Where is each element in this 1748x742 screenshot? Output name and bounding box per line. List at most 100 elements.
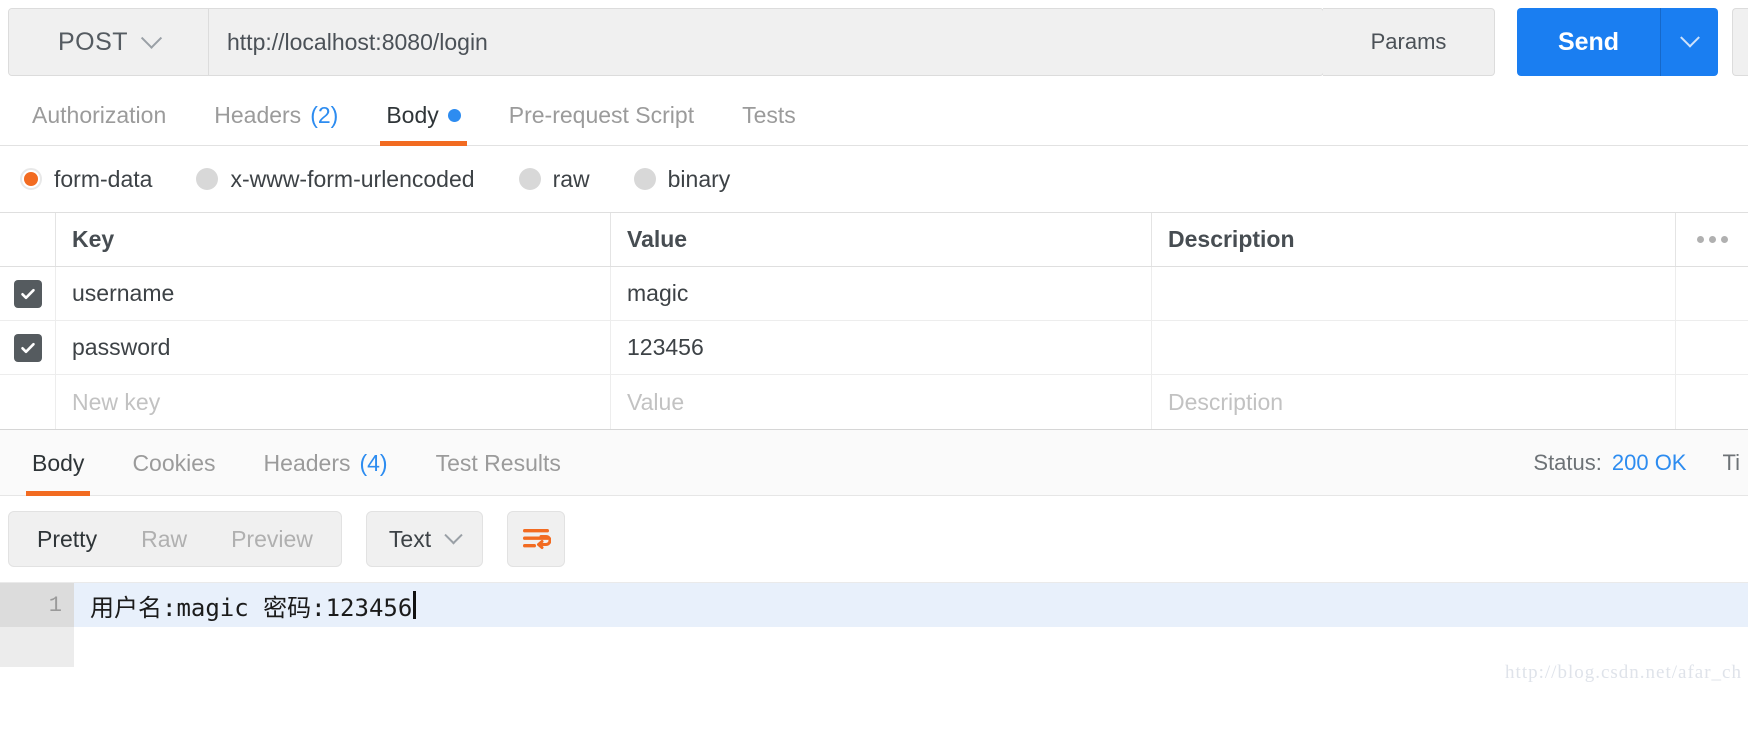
row-checkbox-checked[interactable]: [13, 279, 42, 308]
method-url-group: POST http://localhost:8080/login: [8, 8, 1324, 76]
request-url-input[interactable]: http://localhost:8080/login: [209, 9, 1323, 75]
table-header-row: Key Value Description: [0, 213, 1748, 267]
tab-label: Authorization: [32, 101, 167, 128]
row-checkbox-checked[interactable]: [13, 333, 42, 362]
save-button-stub[interactable]: [1732, 8, 1748, 76]
code-line-text: 用户名:magic 密码:123456: [90, 593, 413, 622]
tab-label: Body: [386, 101, 439, 128]
radio-unselected-icon: [518, 168, 541, 190]
body-modified-dot-icon: [447, 108, 461, 122]
view-mode-preview[interactable]: Preview: [209, 512, 335, 566]
status-badge: 200 OK: [1611, 450, 1687, 475]
more-options-icon[interactable]: [1696, 236, 1728, 243]
row-checkbox-cell: [0, 321, 56, 374]
tab-label: Headers: [263, 449, 351, 476]
response-tabs: Body Cookies Headers (4) Test Results St…: [0, 430, 1748, 496]
row-value-input[interactable]: magic: [611, 267, 1152, 320]
radio-binary[interactable]: binary: [633, 165, 731, 193]
response-tab-headers[interactable]: Headers (4): [240, 430, 412, 496]
body-mode-radio-group: form-data x-www-form-urlencoded raw bina…: [0, 146, 1748, 212]
header-checkbox-cell: [0, 213, 56, 266]
response-view-mode-group: Pretty Raw Preview: [8, 511, 342, 567]
new-row-checkbox-cell: [0, 375, 56, 429]
table-row: username magic: [0, 267, 1748, 321]
tab-label: Test Results: [435, 449, 561, 476]
response-view-toolbar: Pretty Raw Preview Text: [0, 496, 1748, 582]
new-row-actions-cell: [1676, 375, 1748, 429]
http-method-label: POST: [57, 27, 129, 56]
text-cursor: [413, 591, 417, 619]
tab-label: Body: [32, 449, 85, 476]
response-tab-test-results[interactable]: Test Results: [412, 430, 585, 496]
new-row-key-input[interactable]: New key: [56, 375, 611, 429]
chevron-down-icon: [444, 525, 463, 544]
tab-label: Cookies: [132, 449, 216, 476]
table-new-row: New key Value Description: [0, 375, 1748, 429]
chevron-down-icon: [140, 27, 163, 49]
radio-label: x-www-form-urlencoded: [230, 165, 475, 192]
code-line-empty: [0, 627, 1748, 667]
view-mode-pretty[interactable]: Pretty: [15, 512, 119, 566]
response-body-editor[interactable]: 1 用户名:magic 密码:123456 http://blog.csdn.n…: [0, 582, 1748, 692]
new-row-description-input[interactable]: Description: [1152, 375, 1676, 429]
radio-selected-icon: [20, 168, 42, 190]
response-tab-cookies[interactable]: Cookies: [108, 430, 239, 496]
active-tab-underline: [380, 141, 467, 146]
word-wrap-icon: [523, 529, 552, 549]
code-line: 1 用户名:magic 密码:123456: [0, 583, 1748, 627]
request-bar: POST http://localhost:8080/login Params …: [0, 0, 1748, 84]
status-label: Status:: [1533, 450, 1602, 475]
row-key-input[interactable]: username: [56, 267, 611, 320]
radio-form-data[interactable]: form-data: [20, 166, 152, 193]
request-tabs: Authorization Headers (2) Body Pre-reque…: [0, 84, 1748, 146]
bulk-edit-menu-cell[interactable]: [1676, 213, 1748, 266]
line-number-empty: [0, 627, 74, 667]
response-meta: Status: 200 OK Ti: [1533, 430, 1748, 496]
row-description-input[interactable]: [1152, 267, 1676, 320]
radio-label: form-data: [54, 165, 153, 192]
code-empty-area[interactable]: [74, 627, 1748, 667]
row-description-input[interactable]: [1152, 321, 1676, 374]
row-actions-cell: [1676, 267, 1748, 320]
table-row: password 123456: [0, 321, 1748, 375]
tab-label: Tests: [742, 101, 796, 128]
tab-tests[interactable]: Tests: [718, 84, 820, 146]
row-checkbox-cell: [0, 267, 56, 320]
word-wrap-toggle[interactable]: [507, 511, 566, 567]
response-format-select[interactable]: Text: [365, 511, 484, 567]
response-tab-body[interactable]: Body: [8, 430, 108, 496]
tab-count: (2): [310, 101, 339, 128]
radio-x-www-form-urlencoded[interactable]: x-www-form-urlencoded: [196, 165, 475, 193]
send-group: Send: [1517, 8, 1718, 76]
tab-pre-request-script[interactable]: Pre-request Script: [485, 84, 718, 146]
radio-unselected-icon: [196, 168, 219, 190]
tab-headers[interactable]: Headers (2): [190, 84, 362, 146]
response-format-label: Text: [388, 525, 432, 552]
row-value-input[interactable]: 123456: [611, 321, 1152, 374]
radio-raw[interactable]: raw: [518, 165, 590, 193]
header-value: Value: [611, 213, 1152, 266]
form-data-table: Key Value Description username magic pas…: [0, 212, 1748, 430]
radio-label: raw: [552, 165, 590, 192]
new-row-value-input[interactable]: Value: [611, 375, 1152, 429]
chevron-down-icon: [1679, 27, 1700, 48]
radio-unselected-icon: [633, 168, 656, 190]
tab-count: (4): [359, 449, 388, 476]
view-mode-raw[interactable]: Raw: [119, 512, 209, 566]
header-key: Key: [56, 213, 611, 266]
tab-label: Pre-request Script: [508, 101, 695, 128]
line-number: 1: [0, 583, 74, 627]
header-description: Description: [1152, 213, 1676, 266]
params-button[interactable]: Params: [1323, 8, 1495, 76]
time-label: Ti: [1722, 450, 1740, 475]
code-line-text-wrapper[interactable]: 用户名:magic 密码:123456: [74, 583, 1748, 627]
tab-authorization[interactable]: Authorization: [8, 84, 190, 146]
http-method-select[interactable]: POST: [9, 9, 209, 75]
send-button[interactable]: Send: [1517, 8, 1660, 76]
send-options-button[interactable]: [1660, 8, 1718, 76]
row-key-input[interactable]: password: [56, 321, 611, 374]
tab-label: Headers: [214, 101, 302, 128]
tab-body[interactable]: Body: [362, 84, 484, 146]
radio-label: binary: [667, 165, 731, 192]
active-tab-underline: [26, 491, 91, 496]
